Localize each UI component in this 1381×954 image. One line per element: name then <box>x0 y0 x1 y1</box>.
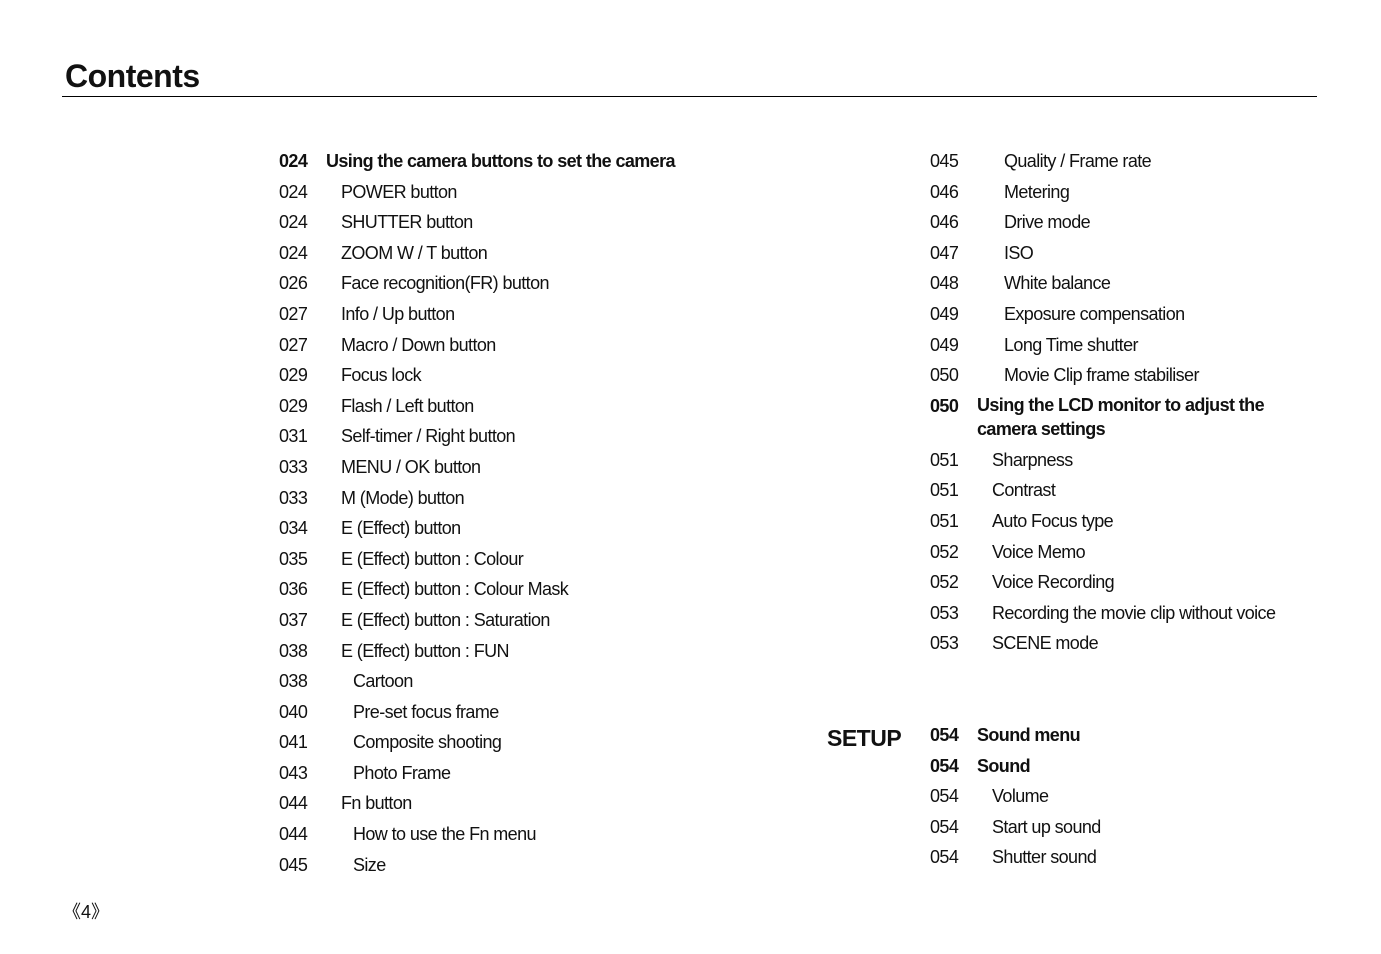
toc-page-number: 027 <box>279 303 308 324</box>
toc-entry-label: Size <box>353 854 386 875</box>
toc-entry-label: Long Time shutter <box>1004 334 1138 355</box>
toc-page-number: 029 <box>279 365 308 386</box>
toc-entry-label: Drive mode <box>1004 212 1091 233</box>
toc-entry-label: E (Effect) button : Saturation <box>341 609 550 630</box>
toc-entry-label: Face recognition(FR) button <box>341 273 550 294</box>
toc-page-number: 034 <box>279 518 308 539</box>
toc-entry-label: Start up sound <box>992 816 1101 837</box>
toc-entry-label: SCENE mode <box>992 633 1099 654</box>
toc-page-number: 035 <box>279 548 308 569</box>
toc-entry-label: M (Mode) button <box>341 487 465 508</box>
toc-page-number: 052 <box>930 572 959 593</box>
toc-entry-label: How to use the Fn menu <box>353 824 537 845</box>
toc-page-number: 036 <box>279 579 308 600</box>
toc-entry-label: Shutter sound <box>992 847 1097 868</box>
toc-page-number: 024 <box>279 212 308 233</box>
toc-entry-label: Volume <box>992 786 1049 807</box>
toc-entry-label: Exposure compensation <box>1004 303 1185 324</box>
toc-entry-label: Sharpness <box>992 449 1073 470</box>
toc-page-number: 049 <box>930 303 959 324</box>
toc-page-number: 041 <box>279 732 308 753</box>
toc-entry-label: White balance <box>1004 273 1111 294</box>
toc-entry-label: Recording the movie clip without voice <box>992 602 1276 623</box>
toc-page-number: 048 <box>930 273 959 294</box>
toc-page-number: 054 <box>930 755 959 776</box>
toc-entry-label: E (Effect) button : FUN <box>341 640 510 661</box>
toc-page-number: 046 <box>930 181 959 202</box>
toc-page-number: 050 <box>930 395 959 416</box>
toc-entry-label: E (Effect) button : Colour Mask <box>341 579 569 600</box>
toc-entry-label: Voice Recording <box>992 572 1115 593</box>
toc-page-number: 054 <box>930 786 959 807</box>
toc-entry-label: Fn button <box>341 793 412 814</box>
toc-entry-label: ISO <box>1004 242 1034 263</box>
page-title: Contents <box>65 58 200 94</box>
toc-page-number: 054 <box>930 725 959 745</box>
toc-page-number: 037 <box>279 609 308 630</box>
toc-page-number: 027 <box>279 334 308 355</box>
toc-entry-label: MENU / OK button <box>341 456 481 477</box>
toc-page-number: 046 <box>930 212 959 233</box>
toc-entry-label: Auto Focus type <box>992 510 1114 531</box>
toc-entry-label: Movie Clip frame stabiliser <box>1004 365 1199 386</box>
toc-page-number: 024 <box>279 242 308 263</box>
toc-page-number: 033 <box>279 456 308 477</box>
toc-page-number: 052 <box>930 541 959 562</box>
toc-entry-label: E (Effect) button <box>341 518 461 539</box>
toc-entry-label: Voice Memo <box>992 541 1086 562</box>
toc-entry-label: Sound <box>977 755 1031 776</box>
toc-page-number: 051 <box>930 510 959 531</box>
toc-page-number: 043 <box>279 762 308 783</box>
toc-entry-label: Macro / Down button <box>341 334 496 355</box>
toc-page-number: 054 <box>930 847 959 868</box>
toc-page-number: 044 <box>279 824 308 845</box>
toc-page-number: 024 <box>279 181 308 202</box>
toc-entry-label: E (Effect) button : Colour <box>341 548 524 569</box>
toc-page-number: 026 <box>279 273 308 294</box>
setup-section-heading: SETUP <box>827 725 902 751</box>
toc-entry-label: Focus lock <box>341 365 422 386</box>
toc-entry-label: Quality / Frame rate <box>1004 151 1152 171</box>
toc-entry-label: Self-timer / Right button <box>341 426 516 447</box>
toc-page-number: 053 <box>930 633 959 654</box>
toc-entry-label: Pre-set focus frame <box>353 701 499 722</box>
toc-entry-label: Photo Frame <box>353 762 451 783</box>
toc-page-number: 038 <box>279 640 308 661</box>
toc-entry-label: Flash / Left button <box>341 395 474 416</box>
toc-entry-label: Using the LCD monitor to adjust the came… <box>977 394 1265 439</box>
toc-entry-label: Using the camera buttons to set the came… <box>326 151 676 171</box>
toc-page-number: 044 <box>279 793 308 814</box>
toc-page-number: 031 <box>279 426 308 447</box>
toc-page-number: 040 <box>279 701 308 722</box>
toc-page-number: 053 <box>930 602 959 623</box>
toc-page-number: 045 <box>930 151 959 171</box>
toc-page-number: 047 <box>930 242 959 263</box>
toc-page-number: 045 <box>279 854 308 875</box>
toc-page-number: 050 <box>930 365 959 386</box>
toc-page-number: 049 <box>930 334 959 355</box>
toc-page-number: 033 <box>279 487 308 508</box>
toc-entry-label: Cartoon <box>353 671 413 692</box>
toc-entry-label: Sound menu <box>977 725 1081 745</box>
toc-entry-label: SHUTTER button <box>341 212 473 233</box>
toc-entry-label: Contrast <box>992 480 1056 501</box>
toc-page-number: 038 <box>279 671 308 692</box>
toc-entry-label: POWER button <box>341 181 457 202</box>
page-number: 《4》 <box>63 902 110 922</box>
toc-entry-label: Composite shooting <box>353 732 502 753</box>
toc-entry-label: Info / Up button <box>341 303 455 324</box>
toc-page-number: 051 <box>930 449 959 470</box>
toc-page-number: 024 <box>279 151 308 171</box>
title-divider <box>62 96 1317 97</box>
toc-page-number: 054 <box>930 816 959 837</box>
toc-entry-label: ZOOM W / T button <box>341 242 488 263</box>
toc-entry-label: Metering <box>1004 181 1070 202</box>
toc-page-number: 029 <box>279 395 308 416</box>
toc-page-number: 051 <box>930 480 959 501</box>
